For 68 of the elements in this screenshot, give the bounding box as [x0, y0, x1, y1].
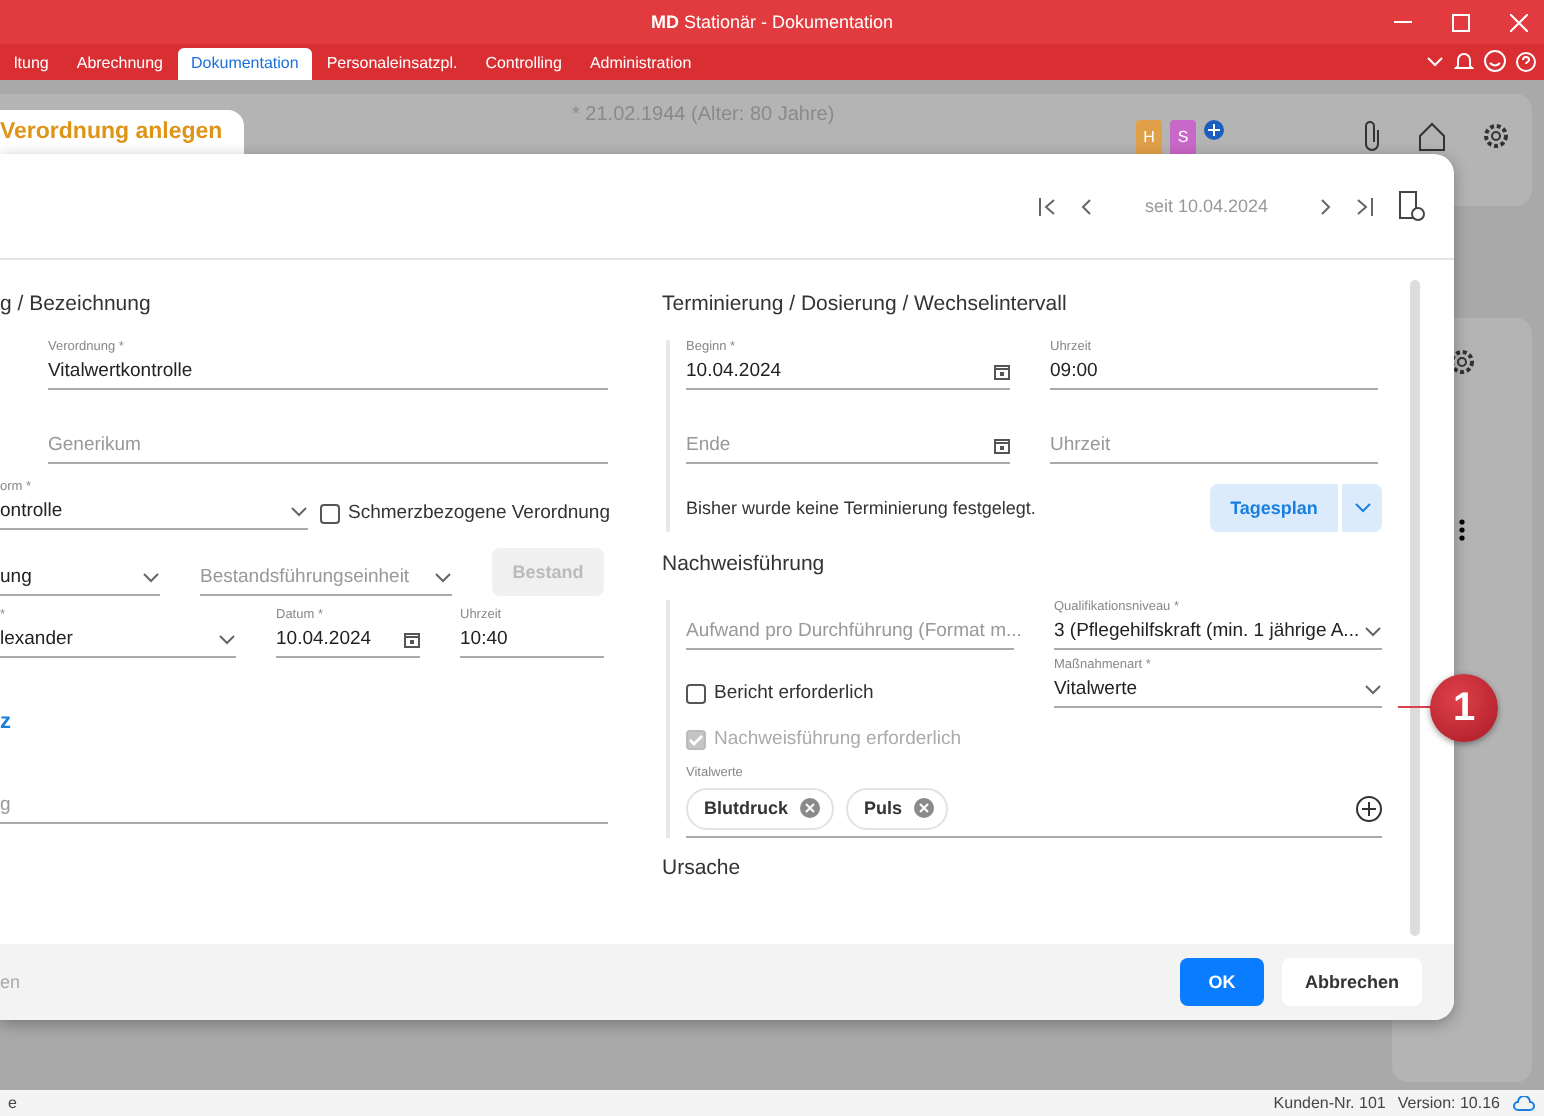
checkbox-label: Schmerzbezogene Verordnung [348, 502, 610, 524]
footer-text: en [0, 972, 21, 992]
checkbox[interactable] [686, 683, 706, 703]
input-field[interactable]: Ende [686, 414, 1010, 464]
last-page-icon[interactable] [1356, 197, 1374, 215]
info-text: Bisher wurde keine Terminierung festgelegt. [686, 498, 1038, 518]
input-field[interactable]: Uhrzeit [1050, 414, 1378, 464]
remove-icon[interactable] [914, 798, 935, 818]
chip[interactable]: Blutdruck [686, 787, 835, 829]
chevron-down-icon [1364, 683, 1382, 695]
menu-tab[interactable]: Administration [575, 48, 706, 80]
menu-tab[interactable]: ltung [0, 48, 63, 80]
home-icon[interactable] [1416, 120, 1448, 152]
calendar-icon [994, 363, 1010, 379]
paperclip-icon[interactable] [1360, 120, 1384, 152]
cloud-icon [1512, 1095, 1536, 1111]
checkbox-label: Nachweisführung erforderlich [714, 728, 962, 750]
chevron-down-icon [1426, 55, 1444, 67]
menu-tab[interactable]: Controlling [471, 48, 576, 80]
checkbox-label: Bericht erforderlich [714, 682, 874, 704]
select-field[interactable]: ung [0, 546, 160, 596]
next-icon[interactable] [1320, 197, 1332, 215]
chevron-down-icon [1353, 502, 1371, 514]
previous-icon[interactable] [1080, 197, 1093, 215]
link-text[interactable]: z [0, 710, 610, 738]
calendar-icon [994, 437, 1010, 453]
calendar-icon [404, 631, 420, 647]
scrollbar[interactable] [1410, 280, 1420, 936]
select-field[interactable]: Bestandsführungseinheit [200, 546, 452, 596]
date-range: seit 10.04.2024 [1144, 196, 1268, 216]
chevron-down-icon [218, 633, 236, 645]
first-page-icon[interactable] [1038, 197, 1057, 215]
plan-button[interactable]: Tagesplan [1210, 484, 1338, 532]
window-title: MD Stationär - Dokumentation [650, 12, 894, 32]
ok-button[interactable]: OK [1180, 958, 1264, 1006]
section-title: Terminierung / Dosierung / Wechselintervall [662, 292, 1069, 320]
bell-icon[interactable] [1454, 51, 1474, 71]
status-text: e [8, 1094, 17, 1112]
section-title: Ursache [662, 856, 743, 884]
document-clock-icon[interactable] [1398, 190, 1426, 222]
smiley-icon[interactable] [1484, 50, 1506, 72]
menu-tab[interactable]: Abrechnung [62, 48, 178, 80]
cancel-button[interactable]: Abbrechen [1282, 958, 1422, 1006]
add-icon[interactable] [1356, 795, 1382, 821]
checkbox[interactable] [320, 503, 341, 523]
close-icon[interactable] [1510, 13, 1528, 31]
settings-icon[interactable] [1480, 120, 1512, 152]
section-title: Nachweisführung [662, 552, 827, 580]
input-field[interactable]: g [0, 774, 608, 824]
chevron-down-icon [290, 505, 309, 517]
maximize-icon[interactable] [1452, 13, 1470, 31]
chevron-down-icon [142, 571, 160, 583]
menu-tab[interactable]: Personaleinsatzpl. [312, 48, 472, 80]
section-title: g / Bezeichnung [0, 292, 153, 320]
remove-icon[interactable] [800, 798, 821, 818]
chevron-down-icon [434, 571, 452, 583]
more-icon[interactable] [1458, 518, 1466, 542]
plan-menu-button[interactable] [1342, 484, 1382, 532]
help-icon[interactable] [1516, 51, 1536, 71]
version-text: Version: 10.16 [1397, 1094, 1500, 1112]
menu-tab[interactable]: Dokumentation [177, 48, 313, 80]
dialog-title: Verordnung anlegen [0, 110, 244, 158]
customer-number: Kunden-Nr. 101 [1273, 1094, 1386, 1112]
chevron-down-icon [1364, 625, 1382, 637]
input-field[interactable]: Generikum [48, 414, 608, 464]
minimize-icon[interactable] [1394, 20, 1412, 24]
leader-line [1398, 706, 1432, 708]
chip[interactable]: Puls [846, 787, 949, 829]
